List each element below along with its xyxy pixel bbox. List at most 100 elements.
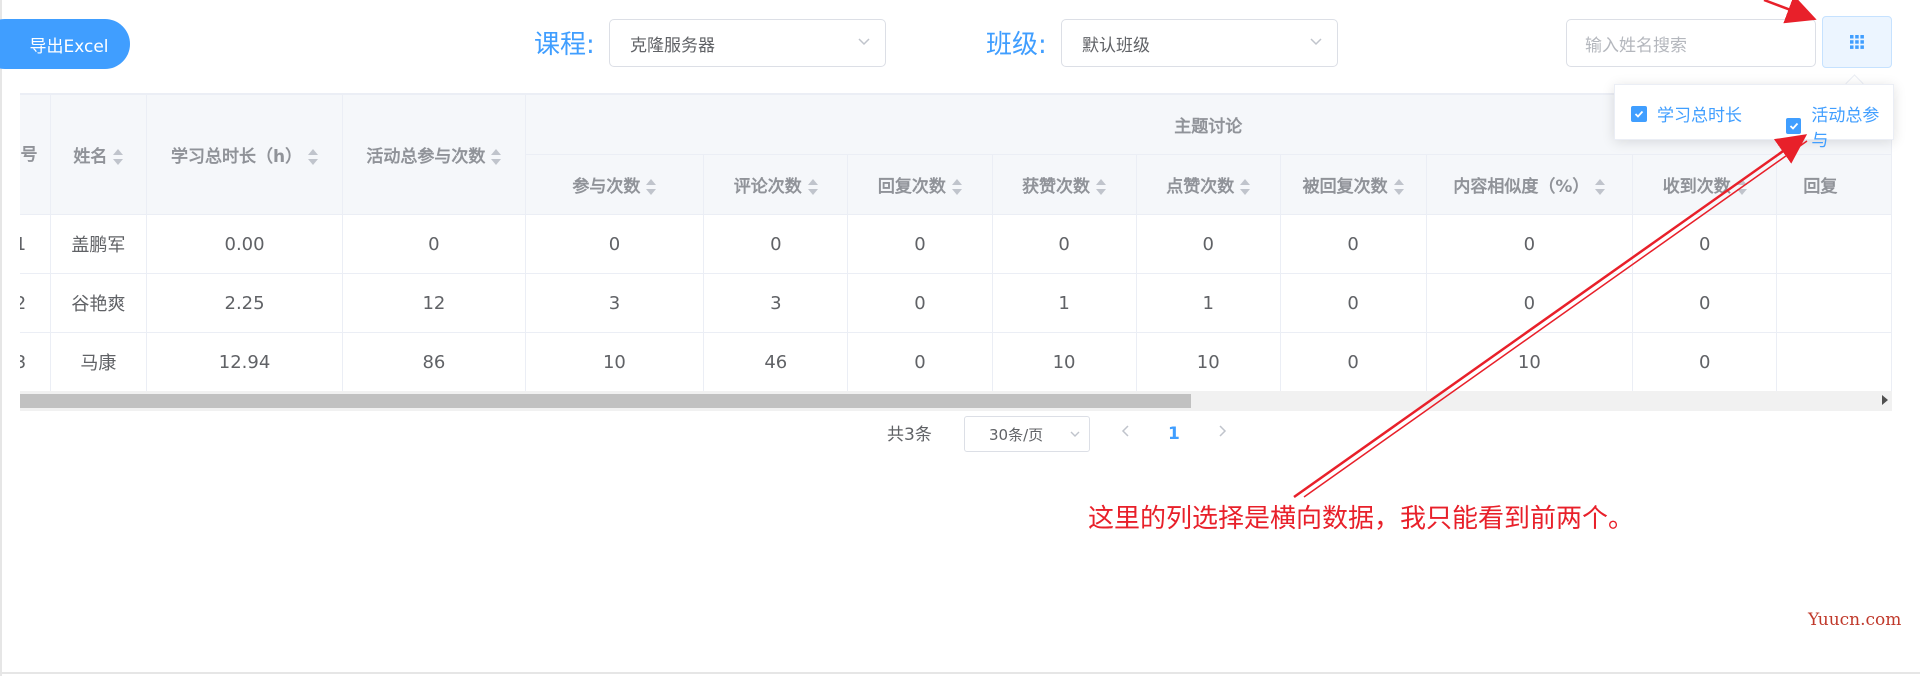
cell-likes-given: 10 xyxy=(1135,332,1281,392)
cell-name: 谷艳爽 xyxy=(49,273,147,333)
search-placeholder: 输入姓名搜索 xyxy=(1585,35,1687,56)
sort-icon[interactable] xyxy=(308,149,319,165)
sort-icon[interactable] xyxy=(1595,179,1606,195)
col-header-index[interactable]: 序号 xyxy=(20,94,51,215)
col-header-study-hours[interactable]: 学习总时长（h） xyxy=(145,94,344,215)
col-header-likes-received[interactable]: 获赞次数 xyxy=(991,154,1137,215)
class-select-value: 默认班级 xyxy=(1082,35,1150,56)
table-row: 1 盖鹏军 0.00 0 0 0 0 0 0 0 0 0 xyxy=(20,214,1892,274)
cell-comments: 46 xyxy=(703,332,849,392)
cell-partial xyxy=(1776,332,1892,392)
sort-icon[interactable] xyxy=(1240,179,1251,195)
cell-similarity: 10 xyxy=(1425,332,1634,392)
next-page-icon[interactable] xyxy=(1216,424,1228,438)
cell-likes-received: 10 xyxy=(991,332,1137,392)
column-checkbox-label: 学习总时长 xyxy=(1657,106,1742,126)
checkbox-checked-icon[interactable] xyxy=(1631,105,1647,122)
annotation-note: 这里的列选择是横向数据，我只能看到前两个。 xyxy=(1088,504,1635,534)
sort-icon[interactable] xyxy=(1393,179,1404,195)
scroll-right-arrow-icon[interactable] xyxy=(1882,395,1888,405)
cell-activity-total: 86 xyxy=(342,332,526,392)
col-header-participate[interactable]: 参与次数 xyxy=(524,154,705,215)
sort-icon[interactable] xyxy=(1736,179,1747,195)
course-select-value: 克隆服务器 xyxy=(630,35,715,56)
cell-study-hours: 2.25 xyxy=(145,273,344,333)
col-header-replies[interactable]: 回复次数 xyxy=(847,154,993,215)
page-number-current[interactable]: 1 xyxy=(1168,424,1180,444)
frame-border-left xyxy=(0,0,2,676)
chevron-down-icon xyxy=(1310,38,1322,46)
cell-received: 0 xyxy=(1632,332,1778,392)
col-header-name[interactable]: 姓名 xyxy=(49,94,147,215)
sort-icon[interactable] xyxy=(807,179,818,195)
column-toggle-button[interactable] xyxy=(1822,16,1892,68)
cell-study-hours: 0.00 xyxy=(145,214,344,274)
col-header-likes-given[interactable]: 点赞次数 xyxy=(1135,154,1281,215)
watermark: Yuucn.com xyxy=(1808,610,1902,630)
cell-replied-by: 0 xyxy=(1279,273,1427,333)
cell-participate: 3 xyxy=(524,273,705,333)
grid-icon xyxy=(1850,35,1864,49)
table-row: 2 谷艳爽 2.25 12 3 3 0 1 1 0 0 0 xyxy=(20,273,1892,333)
cell-activity-total: 0 xyxy=(342,214,526,274)
column-chooser-popover: 学习总时长 活动总参与 xyxy=(1614,84,1894,151)
cell-partial xyxy=(1776,273,1892,333)
cell-partial xyxy=(1776,214,1892,274)
name-search-input[interactable]: 输入姓名搜索 xyxy=(1566,19,1816,67)
cell-index: 1 xyxy=(20,214,51,274)
cell-likes-given: 0 xyxy=(1135,214,1281,274)
cell-likes-received: 1 xyxy=(991,273,1137,333)
cell-replies: 0 xyxy=(847,332,993,392)
cell-index: 3 xyxy=(20,332,51,392)
prev-page-icon[interactable] xyxy=(1120,424,1132,438)
cell-comments: 3 xyxy=(703,273,849,333)
cell-replied-by: 0 xyxy=(1279,332,1427,392)
cell-similarity: 0 xyxy=(1425,273,1634,333)
col-header-received[interactable]: 收到次数 xyxy=(1632,154,1778,215)
col-header-activity-total[interactable]: 活动总参与次数 xyxy=(342,94,526,215)
cell-name: 马康 xyxy=(49,332,147,392)
col-header-comments[interactable]: 评论次数 xyxy=(703,154,849,215)
cell-activity-total: 12 xyxy=(342,273,526,333)
cell-comments: 0 xyxy=(703,214,849,274)
chevron-down-icon xyxy=(858,38,870,46)
course-select[interactable]: 克隆服务器 xyxy=(609,19,886,67)
cell-received: 0 xyxy=(1632,273,1778,333)
course-label: 课程: xyxy=(534,30,595,60)
sort-icon[interactable] xyxy=(646,179,657,195)
cell-study-hours: 12.94 xyxy=(145,332,344,392)
frame-border-bottom xyxy=(0,672,1920,674)
col-header-similarity[interactable]: 内容相似度（%） xyxy=(1425,154,1634,215)
class-select[interactable]: 默认班级 xyxy=(1061,19,1338,67)
page-size-select[interactable]: 30条/页 xyxy=(964,416,1090,452)
class-label: 班级: xyxy=(986,30,1047,60)
cell-replies: 0 xyxy=(847,214,993,274)
checkbox-checked-icon[interactable] xyxy=(1786,118,1802,134)
cell-replies: 0 xyxy=(847,273,993,333)
table-row: 3 马康 12.94 86 10 46 0 10 10 0 10 0 xyxy=(20,332,1892,392)
cell-likes-received: 0 xyxy=(991,214,1137,274)
cell-likes-given: 1 xyxy=(1135,273,1281,333)
export-excel-button[interactable]: 导出Excel xyxy=(0,19,130,69)
horizontal-scrollbar[interactable] xyxy=(20,391,1892,411)
cell-participate: 0 xyxy=(524,214,705,274)
column-checkbox-activity-total[interactable]: 活动总参与 xyxy=(1786,101,1893,151)
col-header-replied-by[interactable]: 被回复次数 xyxy=(1279,154,1427,215)
cell-received: 0 xyxy=(1632,214,1778,274)
sort-icon[interactable] xyxy=(113,149,124,165)
chevron-down-icon xyxy=(1070,431,1080,437)
pagination-total: 共3条 xyxy=(887,425,932,445)
sort-icon[interactable] xyxy=(1096,179,1107,195)
cell-replied-by: 0 xyxy=(1279,214,1427,274)
sort-icon[interactable] xyxy=(951,179,962,195)
column-checkbox-label: 活动总参与 xyxy=(1811,106,1880,151)
column-checkbox-study-hours[interactable]: 学习总时长 xyxy=(1631,101,1742,126)
scrollbar-thumb[interactable] xyxy=(20,394,1191,408)
cell-index: 2 xyxy=(20,273,51,333)
page-size-value: 30条/页 xyxy=(989,425,1044,444)
sort-icon[interactable] xyxy=(491,149,502,165)
data-table: 序号 姓名 学习总时长（h） 活动总参与次数 主题讨论 参与次数 评论次数 回复… xyxy=(20,93,1892,414)
cell-similarity: 0 xyxy=(1425,214,1634,274)
cell-name: 盖鹏军 xyxy=(49,214,147,274)
col-header-partial[interactable]: 回复 xyxy=(1776,154,1892,215)
